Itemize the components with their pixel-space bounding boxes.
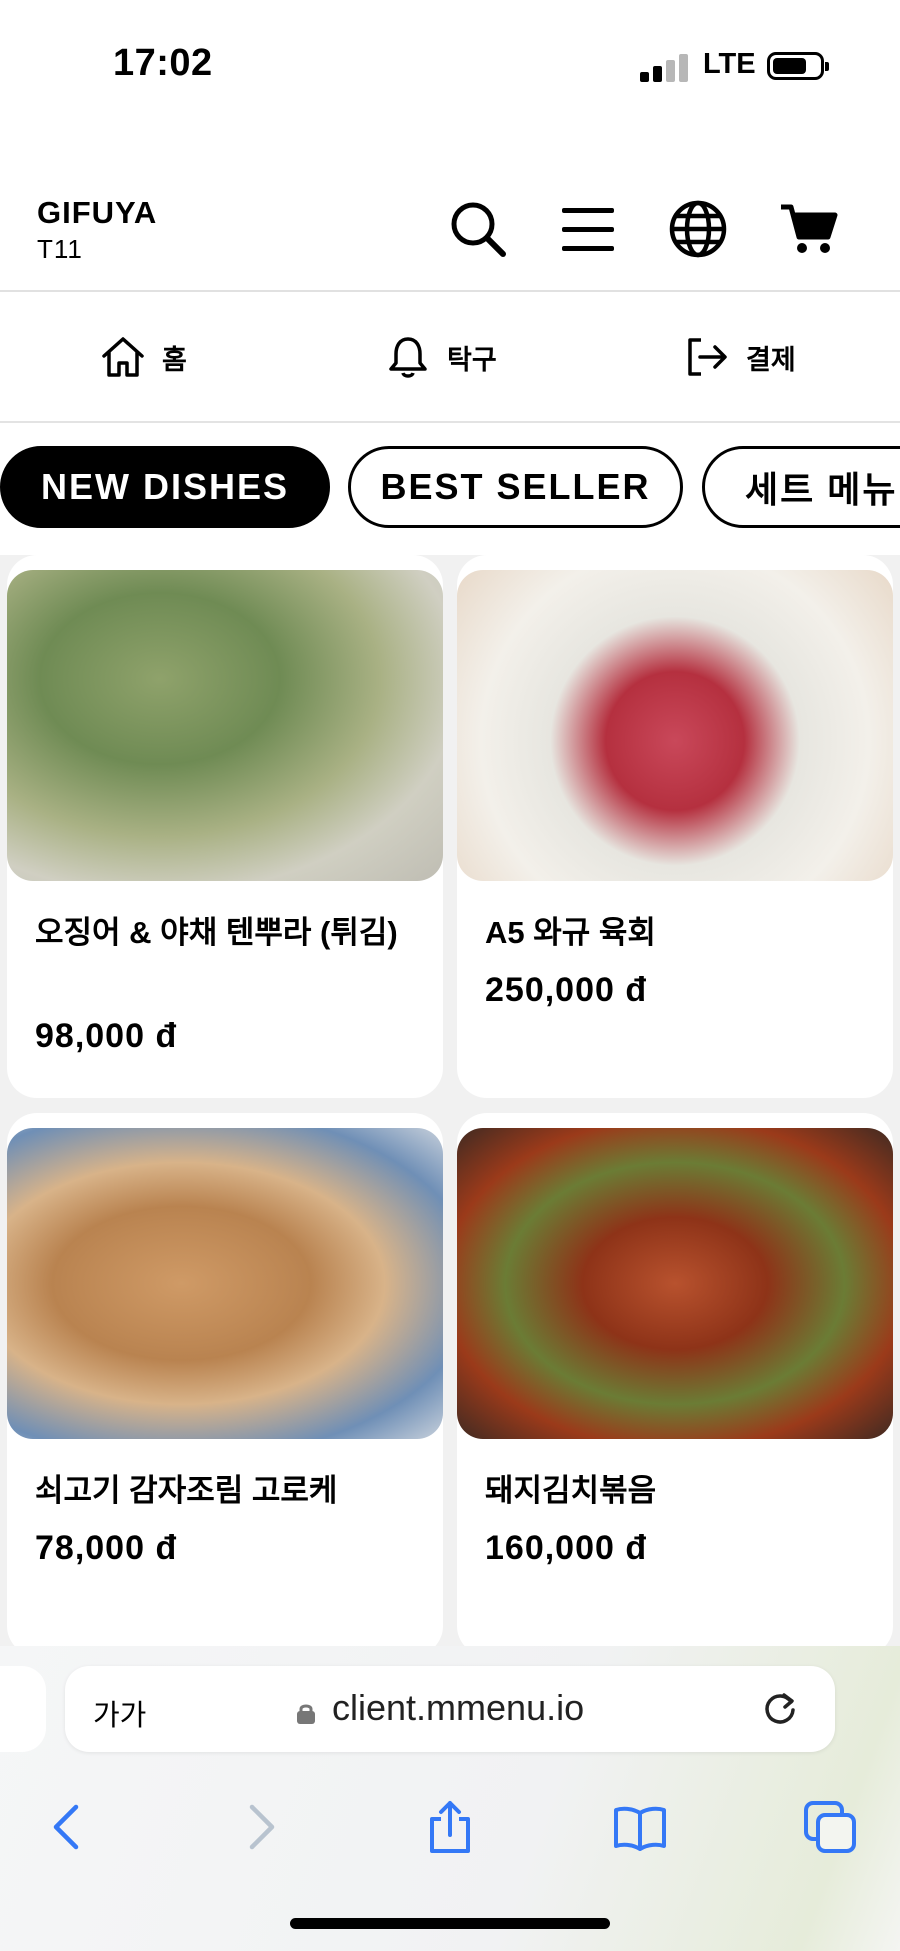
- dish-name: A5 와규 육회: [485, 915, 656, 950]
- menu-item-card[interactable]: 쇠고기 감자조림 고로케 78,000 đ: [7, 1113, 443, 1656]
- menu-item-card[interactable]: 오징어 & 야채 텐뿌라 (튀김) 98,000 đ: [7, 555, 443, 1098]
- battery-icon: [767, 52, 829, 80]
- restaurant-name: GIFUYA: [37, 195, 158, 230]
- bell-icon: [389, 337, 427, 378]
- nav-home[interactable]: 홈: [100, 333, 187, 381]
- dish-name: 돼지김치볶음: [485, 1473, 657, 1508]
- chip-set-menu[interactable]: 세트 메뉴: [702, 446, 900, 528]
- nav-row: 홈 탁구 결제: [0, 293, 900, 423]
- table-number: T11: [37, 234, 83, 264]
- menu-item-card[interactable]: 돼지김치볶음 160,000 đ: [457, 1113, 893, 1656]
- nav-call-staff[interactable]: 탁구: [385, 333, 497, 381]
- cart-icon[interactable]: [778, 199, 838, 259]
- globe-icon[interactable]: [668, 199, 728, 259]
- text-size-button[interactable]: 가가: [93, 1692, 146, 1734]
- dish-price: 78,000 đ: [35, 1529, 178, 1567]
- nav-call-staff-label: 탁구: [447, 344, 497, 375]
- dish-image: [457, 570, 893, 881]
- dish-image: [457, 1128, 893, 1439]
- menu-item-card[interactable]: A5 와규 육회 250,000 đ: [457, 555, 893, 1098]
- nav-checkout[interactable]: 결제: [684, 333, 796, 381]
- home-indicator: [290, 1918, 610, 1929]
- status-time: 17:02: [113, 42, 213, 84]
- menu-grid: 오징어 & 야채 텐뿌라 (튀김) 98,000 đ A5 와규 육회 250,…: [0, 555, 900, 1656]
- chip-best-seller[interactable]: BEST SELLER: [348, 446, 683, 528]
- back-icon[interactable]: [40, 1799, 96, 1855]
- menu-icon[interactable]: [558, 199, 618, 259]
- url-text[interactable]: client.mmenu.io: [332, 1687, 584, 1729]
- share-icon[interactable]: [422, 1799, 478, 1855]
- network-label: LTE: [703, 48, 756, 80]
- nav-checkout-label: 결제: [746, 344, 796, 375]
- previous-tab-preview[interactable]: [0, 1666, 46, 1752]
- home-icon: [102, 337, 144, 377]
- dish-image: [7, 1128, 443, 1439]
- logout-icon: [688, 338, 727, 376]
- app-header: GIFUYA T11: [0, 175, 900, 292]
- address-bar[interactable]: 가가 client.mmenu.io: [65, 1666, 835, 1752]
- tabs-icon[interactable]: [802, 1799, 858, 1855]
- bookmarks-icon[interactable]: [612, 1799, 668, 1855]
- chip-new-dishes[interactable]: NEW DISHES: [0, 446, 330, 528]
- dish-name: 오징어 & 야채 텐뿌라 (튀김): [35, 915, 398, 950]
- status-bar: 17:02 LTE: [0, 0, 900, 130]
- reload-icon[interactable]: [760, 1688, 800, 1728]
- browser-toolbar: 가가 client.mmenu.io: [0, 1646, 900, 1951]
- forward-icon[interactable]: [232, 1799, 288, 1855]
- category-chips: NEW DISHES BEST SELLER 세트 메뉴: [0, 446, 900, 530]
- nav-home-label: 홈: [162, 344, 187, 375]
- signal-strength-icon: [640, 52, 688, 82]
- dish-image: [7, 570, 443, 881]
- dish-price: 98,000 đ: [35, 1017, 178, 1055]
- search-icon[interactable]: [448, 199, 508, 259]
- dish-price: 250,000 đ: [485, 971, 648, 1009]
- dish-name: 쇠고기 감자조림 고로케: [35, 1473, 338, 1508]
- lock-icon: [297, 1704, 315, 1724]
- dish-price: 160,000 đ: [485, 1529, 648, 1567]
